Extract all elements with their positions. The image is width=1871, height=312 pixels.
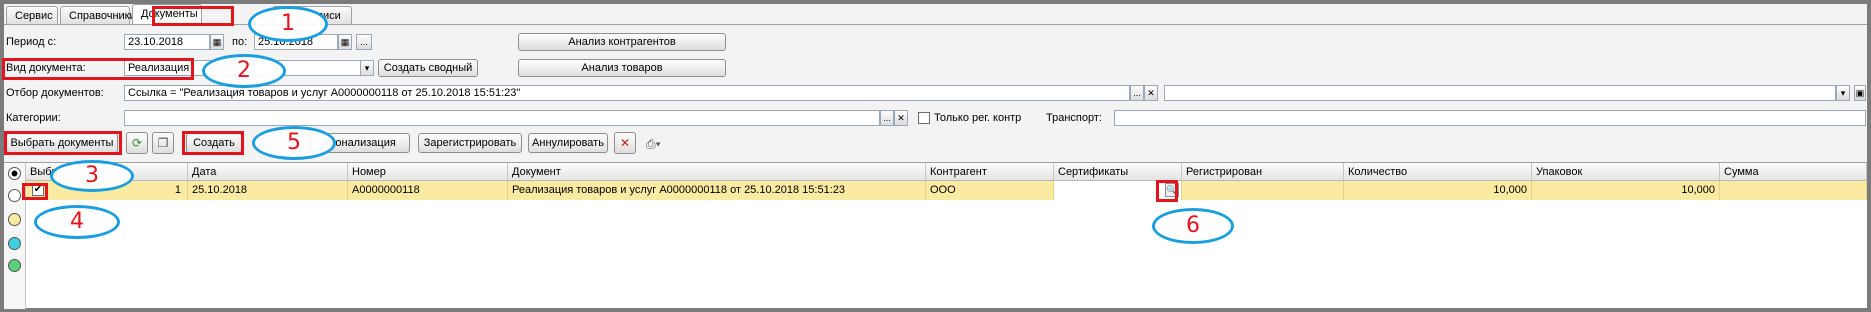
create-summary-button[interactable]: Создать сводный — [378, 59, 478, 77]
period-from-label: Период с: — [6, 36, 57, 48]
period-select-button[interactable]: ... — [356, 34, 372, 50]
doc-filter-input[interactable]: Ссылка = "Реализация товаров и услуг А00… — [124, 85, 1130, 101]
analysis-goods-button[interactable]: Анализ товаров — [518, 59, 726, 77]
row-number: 1 — [174, 184, 181, 196]
col-header-date[interactable]: Дата — [188, 163, 348, 181]
documents-table: Выбр Дата Номер Документ Контрагент Серт… — [4, 162, 1867, 309]
categories-select-button[interactable]: ... — [880, 110, 894, 126]
cell-number: А0000000118 — [348, 181, 508, 200]
categories-label: Категории: — [6, 112, 61, 124]
col-header-certificates[interactable]: Сертификаты — [1054, 163, 1182, 181]
only-reg-label: Только рег. контр — [934, 112, 1022, 124]
categories-clear-icon[interactable]: ✕ — [894, 110, 908, 126]
doc-filter-clear-icon[interactable]: ✕ — [1144, 85, 1158, 101]
transport-label: Транспорт: — [1046, 112, 1102, 124]
col-header-registered[interactable]: Регистрирован — [1182, 163, 1344, 181]
radio-filter-white[interactable] — [8, 189, 21, 202]
col-header-sum[interactable]: Сумма — [1720, 163, 1867, 181]
highlight-documents-tab — [152, 6, 234, 26]
radio-filter-green[interactable] — [8, 259, 21, 272]
print-icon[interactable]: ⎙▾ — [646, 137, 661, 152]
analysis-contractors-button[interactable]: Анализ контрагентов — [518, 33, 726, 51]
calendar-from-icon[interactable]: ▦ — [210, 34, 224, 50]
col-header-number[interactable]: Номер — [348, 163, 508, 181]
doc-filter-select-button[interactable]: ... — [1130, 85, 1144, 101]
cell-packages: 10,000 — [1532, 181, 1720, 200]
cell-document: Реализация товаров и услуг А0000000118 о… — [508, 181, 926, 200]
doc-type-dropdown-icon[interactable]: ▾ — [360, 60, 374, 76]
calendar-to-icon[interactable]: ▦ — [338, 34, 352, 50]
annul-button[interactable]: Аннулировать — [528, 133, 608, 153]
refresh-icon[interactable]: ⟳ — [126, 132, 148, 154]
categories-input[interactable] — [124, 110, 880, 126]
cell-date: 25.10.2018 — [188, 181, 348, 200]
doc-filter-extra-input[interactable] — [1164, 85, 1836, 101]
annotation-5: 5 — [252, 126, 336, 160]
transport-input[interactable] — [1114, 110, 1866, 126]
cell-quantity: 10,000 — [1344, 181, 1532, 200]
highlight-create — [182, 131, 244, 155]
table-row[interactable]: ✔ 1 25.10.2018 А0000000118 Реализация то… — [26, 181, 1867, 200]
highlight-select-documents — [4, 131, 122, 155]
annotation-2: 2 — [202, 54, 286, 88]
doc-filter-extra-dropdown-icon[interactable]: ▾ — [1836, 85, 1850, 101]
cell-registered — [1182, 181, 1344, 200]
doc-filter-label: Отбор документов: — [6, 87, 104, 99]
radio-filter-cyan[interactable] — [8, 237, 21, 250]
save-icon[interactable]: ▣ — [1854, 85, 1866, 101]
highlight-row-checkbox — [22, 183, 48, 200]
col-header-quantity[interactable]: Количество — [1344, 163, 1532, 181]
annotation-3: 3 — [50, 160, 134, 192]
period-from-input[interactable]: 23.10.2018 — [124, 34, 210, 50]
cell-sum — [1720, 181, 1867, 200]
highlight-certificate-button — [1156, 180, 1178, 202]
annotation-4: 4 — [34, 205, 120, 239]
highlight-doc-type — [2, 58, 194, 80]
register-button[interactable]: Зарегистрировать — [418, 133, 522, 153]
col-header-contractor[interactable]: Контрагент — [926, 163, 1054, 181]
copy-icon[interactable]: ❐ — [152, 132, 174, 154]
annotation-6: 6 — [1152, 208, 1234, 244]
delete-icon[interactable]: ✕ — [614, 132, 636, 154]
col-header-document[interactable]: Документ — [508, 163, 926, 181]
cell-contractor: ООО — [926, 181, 1054, 200]
col-header-packages[interactable]: Упаковок — [1532, 163, 1720, 181]
annotation-1: 1 — [248, 6, 328, 42]
only-reg-checkbox[interactable] — [918, 112, 930, 124]
radio-filter-all[interactable] — [8, 167, 21, 180]
radio-filter-yellow[interactable] — [8, 213, 21, 226]
tab-service[interactable]: Сервис — [6, 6, 58, 24]
tab-directories[interactable]: Справочники — [60, 6, 136, 24]
period-to-label: по: — [232, 36, 248, 48]
